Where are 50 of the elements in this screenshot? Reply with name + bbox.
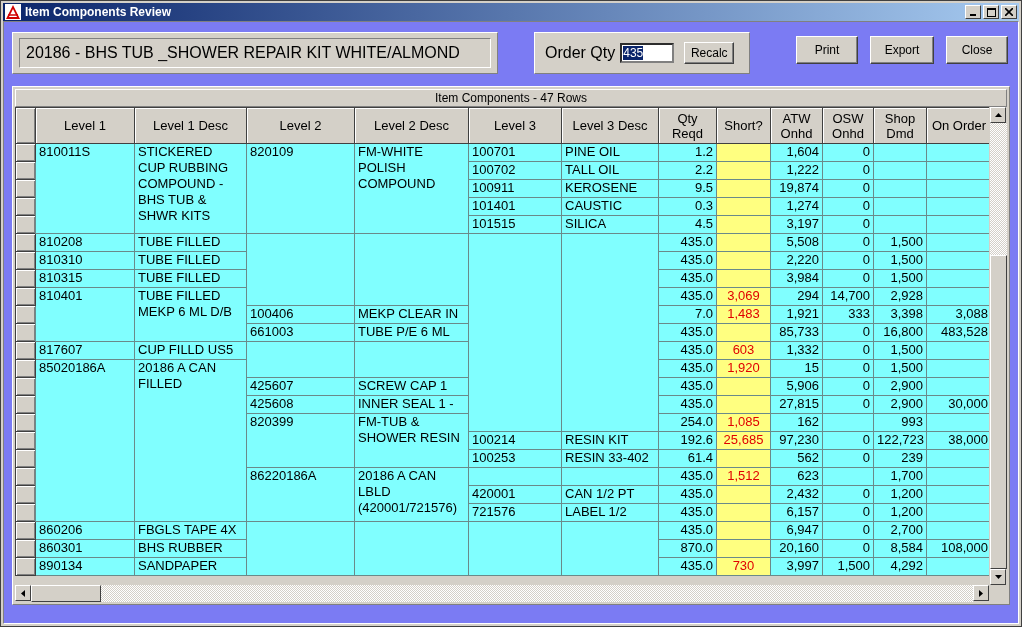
header-corner [15, 107, 36, 144]
column-header[interactable]: On Order [926, 107, 990, 144]
column-header[interactable]: Short? [716, 107, 771, 144]
close-button[interactable] [1001, 5, 1017, 19]
table-caption: Item Components - 47 Rows [15, 89, 1007, 107]
table-cell: TUBE FILLED MEKP 6 ML D/B [134, 287, 247, 342]
table-cell: 810401 [35, 287, 135, 342]
scroll-thumb[interactable] [990, 255, 1007, 569]
left-arrow-icon [21, 589, 25, 597]
up-arrow-icon [994, 113, 1002, 117]
column-header[interactable]: Level 2 [246, 107, 355, 144]
column-header[interactable]: ATW Onhd [770, 107, 823, 144]
window-title: Item Components Review [25, 5, 173, 19]
table-cell: FM-WHITE POLISH COMPOUND [354, 143, 469, 234]
item-title: 20186 - BHS TUB _SHOWER REPAIR KIT WHITE/ALMOND [19, 38, 491, 68]
recalc-button[interactable]: Recalc [684, 42, 735, 64]
action-button[interactable]: Close [946, 36, 1008, 64]
table-cell: 810011S [35, 143, 135, 234]
table-cell: 85020186A [35, 359, 135, 522]
action-button[interactable]: Print [796, 36, 858, 64]
table-cell: 86220186A [246, 467, 355, 522]
table-cell: 820109 [246, 143, 355, 234]
right-arrow-icon [979, 589, 983, 597]
maximize-button[interactable] [983, 5, 999, 19]
table-cell: 20186 A CAN LBLD (420001/721576) [354, 467, 469, 522]
scroll-left-button[interactable] [15, 585, 31, 601]
order-qty-field[interactable]: 435 [620, 43, 675, 63]
column-header[interactable]: Level 3 [468, 107, 562, 144]
table-cell: STICKERED CUP RUBBING COMPOUND - BHS TUB & SHWR KITS [134, 143, 247, 234]
column-header[interactable]: Qty Reqd [658, 107, 717, 144]
scroll-up-button[interactable] [990, 107, 1007, 123]
scroll-thumb[interactable] [31, 585, 101, 602]
column-header[interactable]: OSW Onhd [822, 107, 874, 144]
column-header[interactable]: Level 1 [35, 107, 135, 144]
down-arrow-icon [994, 575, 1002, 579]
scroll-right-button[interactable] [973, 585, 989, 601]
column-header[interactable]: Level 1 Desc [134, 107, 247, 144]
table-cell: FM-TUB & SHOWER RESIN [354, 413, 469, 468]
column-header[interactable]: Shop Dmd [873, 107, 927, 144]
column-header[interactable]: Level 3 Desc [561, 107, 659, 144]
table-cell: 820399 [246, 413, 355, 468]
maximize-icon [986, 7, 996, 17]
scroll-down-button[interactable] [990, 569, 1007, 585]
action-button[interactable]: Export [870, 36, 934, 64]
column-header[interactable]: Level 2 Desc [354, 107, 469, 144]
minimize-button[interactable] [965, 5, 981, 19]
close-icon [1005, 8, 1013, 16]
order-qty-label: Order Qty [545, 44, 616, 62]
table-cell: 20186 A CAN FILLED [134, 359, 247, 522]
app-logo-icon [5, 4, 21, 20]
